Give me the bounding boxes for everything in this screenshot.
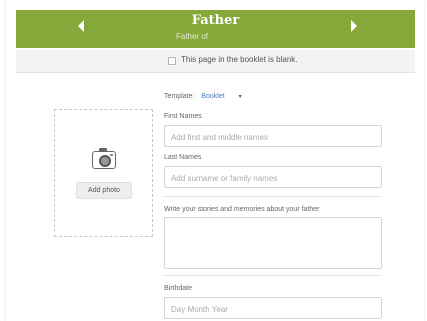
chevron-down-icon[interactable]: ▾ bbox=[239, 93, 242, 100]
camera-icon bbox=[92, 148, 116, 169]
booklet-page-editor: Father Father of This page in the bookle… bbox=[0, 0, 427, 321]
birthdate-label: Birthdate bbox=[164, 285, 193, 292]
stories-label: Write your stories and memories about yo… bbox=[164, 206, 320, 213]
template-select[interactable]: Booklet bbox=[201, 93, 224, 100]
birthdate-input[interactable]: Day Month Year bbox=[164, 297, 382, 319]
blank-page-label: This page in the booklet is blank. bbox=[181, 55, 298, 64]
first-names-input[interactable]: Add first and middle names bbox=[164, 125, 382, 147]
divider bbox=[164, 196, 382, 197]
divider bbox=[164, 275, 382, 276]
template-label: Template: bbox=[164, 93, 195, 100]
add-photo-button[interactable]: Add photo bbox=[76, 182, 132, 199]
page-subtitle: Father of bbox=[176, 32, 209, 41]
template-row: Template: Booklet ▾ bbox=[164, 93, 242, 100]
photo-dropzone[interactable]: Add photo bbox=[54, 109, 153, 237]
last-names-input[interactable]: Add surname or family names bbox=[164, 166, 382, 188]
stories-textarea[interactable] bbox=[164, 217, 382, 269]
first-names-label: First Names bbox=[164, 113, 202, 120]
blank-page-bar: This page in the booklet is blank. bbox=[16, 50, 415, 73]
last-names-label: Last Names bbox=[164, 154, 202, 161]
blank-page-checkbox[interactable] bbox=[168, 57, 176, 65]
chevron-right-icon[interactable] bbox=[351, 20, 357, 32]
page-header: Father Father of bbox=[16, 10, 415, 48]
